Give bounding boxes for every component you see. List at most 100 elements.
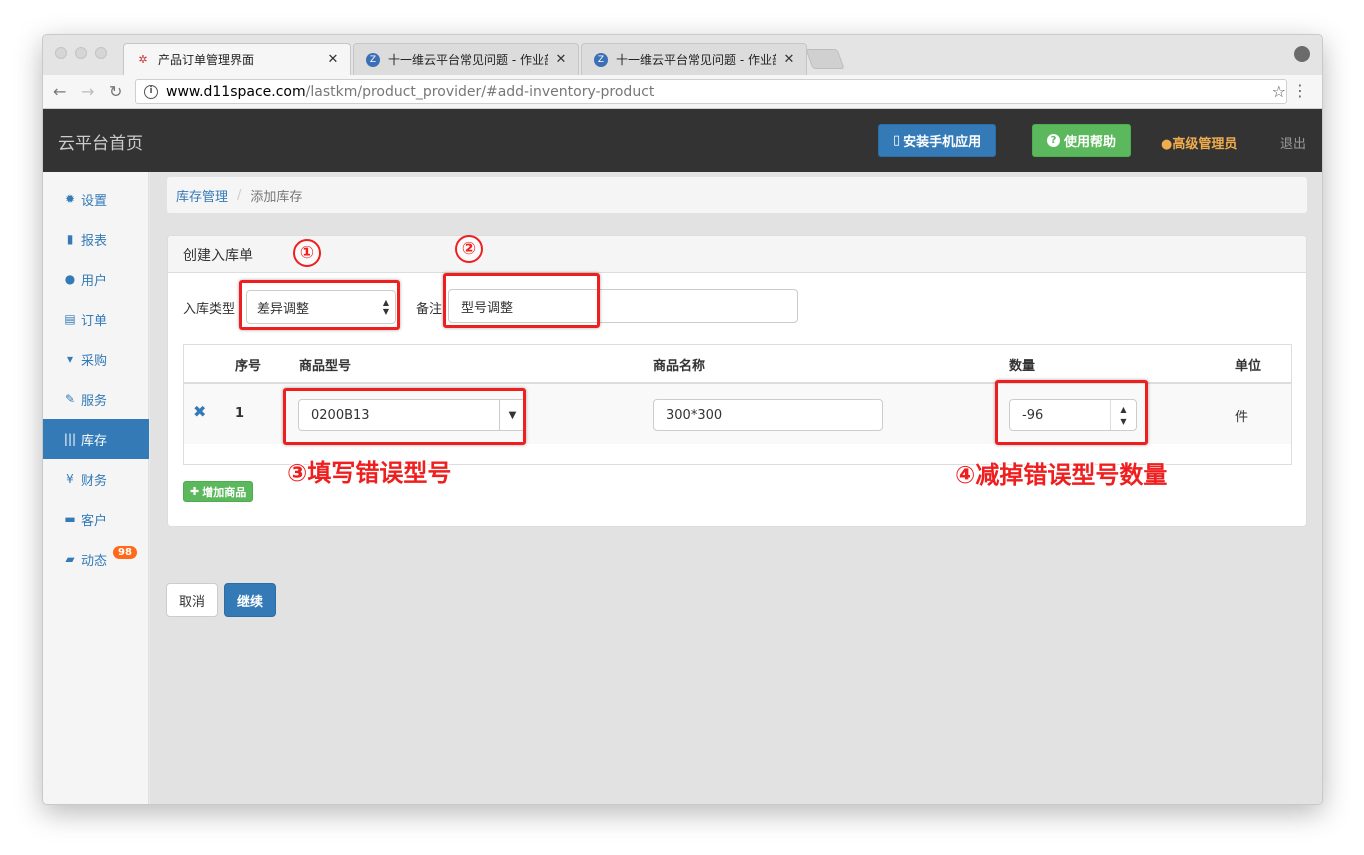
note-input[interactable]: 型号调整	[448, 289, 798, 323]
browser-tab-bar: ✲ 产品订单管理界面 ✕ Z 十一维云平台常见问题 - 作业部落 ✕ Z 十一维…	[43, 35, 1322, 75]
sidebar-item-customers[interactable]: ▬ 客户	[43, 499, 149, 539]
spinner-arrows-icon[interactable]: ▲ ▼	[1110, 400, 1136, 430]
list-icon: ▤	[64, 312, 76, 326]
column-header-index: 序号	[235, 359, 262, 374]
sidebar-item-label: 设置	[81, 193, 108, 209]
panel-title: 创建入库单	[168, 236, 1306, 273]
product-table: 序号 商品型号 商品名称 数量 单位 ✖ 1 0200B13 ▼ 300*300	[183, 344, 1292, 465]
zoom-window-button[interactable]	[95, 47, 107, 59]
sidebar-item-label: 库存	[81, 433, 108, 449]
comment-icon: ▰	[65, 552, 75, 566]
sidebar-item-label: 报表	[81, 233, 108, 249]
browser-tab-1[interactable]: Z 十一维云平台常见问题 - 作业部落 ✕	[353, 43, 579, 75]
yen-icon: ¥	[66, 472, 74, 486]
address-toolbar: ← → ↻ i www.d11space.com/lastkm/product_…	[43, 75, 1322, 109]
sidebar-item-orders[interactable]: ▤ 订单	[43, 299, 149, 339]
breadcrumb-current: 添加库存	[250, 189, 303, 205]
sidebar-item-label: 订单	[81, 313, 108, 329]
install-app-button[interactable]: ▯ 安装手机应用	[878, 124, 997, 157]
browser-tab-2[interactable]: Z 十一维云平台常见问题 - 作业部落 ✕	[581, 43, 807, 75]
notification-badge: 98	[113, 546, 137, 559]
sidebar-item-label: 动态	[81, 553, 108, 569]
app-navbar: 云平台首页 ▯ 安装手机应用 ? 使用帮助 ●高级管理员 退出	[43, 109, 1322, 172]
user-icon: ●	[64, 272, 76, 286]
column-header-name: 商品名称	[653, 359, 706, 374]
sidebar-item-reports[interactable]: ▮ 报表	[43, 219, 149, 259]
cart-icon: ▾	[66, 352, 74, 366]
delete-row-icon[interactable]: ✖	[193, 402, 206, 421]
user-menu[interactable]: ●高级管理员	[1161, 133, 1237, 152]
product-name-input[interactable]: 300*300	[653, 399, 883, 431]
new-tab-button[interactable]	[805, 49, 845, 69]
url-path: /lastkm/product_provider/#add-inventory-…	[305, 83, 655, 100]
logout-link[interactable]: 退出	[1280, 133, 1306, 152]
wrench-icon: ✎	[64, 392, 76, 406]
gear-icon: ✹	[64, 192, 76, 206]
question-circle-icon: ?	[1047, 134, 1060, 147]
user-name: 高级管理员	[1172, 137, 1238, 152]
sidebar-item-users[interactable]: ● 用户	[43, 259, 149, 299]
column-header-unit: 单位	[1235, 359, 1262, 374]
note-label: 备注	[416, 302, 443, 317]
quantity-stepper[interactable]: -96 ▲ ▼	[1009, 399, 1137, 431]
minimize-window-button[interactable]	[75, 47, 87, 59]
tab-title: 产品订单管理界面	[158, 53, 255, 67]
zybuluo-icon: Z	[594, 52, 608, 67]
annotation-text-4: ④减掉错误型号数量	[955, 461, 1168, 489]
table-row: ✖ 1 0200B13 ▼ 300*300 -96 ▲ ▼ 件	[184, 384, 1291, 444]
sidebar-item-activity[interactable]: ▰ 动态 98	[43, 539, 149, 579]
browser-menu-icon[interactable]: ⋮	[1292, 81, 1308, 100]
row-index: 1	[235, 406, 245, 421]
install-app-label: 安装手机应用	[903, 135, 982, 150]
close-window-button[interactable]	[55, 47, 67, 59]
model-combobox[interactable]: 0200B13 ▼	[298, 399, 526, 431]
help-button[interactable]: ? 使用帮助	[1032, 124, 1132, 157]
back-arrow-icon[interactable]: ←	[53, 82, 66, 101]
model-value: 0200B13	[311, 407, 370, 423]
quantity-value: -96	[1022, 407, 1044, 423]
close-tab-icon[interactable]: ✕	[326, 52, 340, 67]
forward-arrow-icon[interactable]: →	[81, 82, 94, 101]
barcode-icon: |||	[63, 432, 77, 446]
profile-icon[interactable]	[1294, 46, 1310, 62]
browser-window: ✲ 产品订单管理界面 ✕ Z 十一维云平台常见问题 - 作业部落 ✕ Z 十一维…	[42, 34, 1323, 805]
tab-title: 十一维云平台常见问题 - 作业部落	[388, 53, 548, 67]
url-host: www.d11space.com	[166, 83, 306, 100]
breadcrumb-link-inventory[interactable]: 库存管理	[176, 186, 228, 205]
user-icon: ●	[1161, 137, 1173, 152]
inbound-type-label: 入库类型	[183, 302, 236, 317]
close-tab-icon[interactable]: ✕	[554, 52, 568, 67]
chevron-down-icon[interactable]: ▼	[499, 400, 525, 430]
sidebar: ✹ 设置 ▮ 报表 ● 用户 ▤ 订单 ▾ 采购 ✎ 服务 ||| 库存 ¥ 财务 ▬ 客户 ▰ 动…	[43, 172, 149, 804]
sidebar-item-purchase[interactable]: ▾ 采购	[43, 339, 149, 379]
bar-chart-icon: ▮	[66, 232, 74, 246]
cancel-button[interactable]: 取消	[166, 583, 219, 617]
reload-icon[interactable]: ↻	[109, 82, 122, 101]
url-bar[interactable]: i www.d11space.com/lastkm/product_provid…	[135, 79, 1287, 104]
breadcrumb-separator: /	[237, 187, 242, 203]
sidebar-item-inventory[interactable]: ||| 库存	[43, 419, 149, 459]
unit-value: 件	[1235, 410, 1249, 425]
zybuluo-icon: Z	[366, 52, 380, 67]
annotation-marker-1: ①	[293, 239, 321, 267]
sidebar-item-label: 用户	[81, 273, 108, 289]
browser-tab-0[interactable]: ✲ 产品订单管理界面 ✕	[123, 43, 351, 75]
info-icon[interactable]: i	[144, 84, 158, 99]
close-tab-icon[interactable]: ✕	[782, 52, 796, 67]
brand-link[interactable]: 云平台首页	[58, 129, 143, 154]
bookmark-star-icon[interactable]: ☆	[1272, 82, 1286, 101]
inbound-type-select[interactable]: 差异调整 ▲ ▼	[246, 290, 396, 324]
continue-button[interactable]: 继续	[224, 583, 277, 617]
product-name-value: 300*300	[666, 407, 723, 423]
add-product-button[interactable]: ✚ 增加商品	[183, 481, 254, 502]
app-logo-icon: ✲	[138, 53, 148, 66]
select-arrows-icon: ▲ ▼	[382, 298, 389, 316]
sidebar-item-finance[interactable]: ¥ 财务	[43, 459, 149, 499]
column-header-qty: 数量	[1009, 359, 1036, 374]
sidebar-item-settings[interactable]: ✹ 设置	[43, 179, 149, 219]
annotation-marker-2: ②	[455, 235, 483, 263]
help-label: 使用帮助	[1064, 135, 1117, 150]
note-value: 型号调整	[461, 300, 514, 316]
inbound-type-value: 差异调整	[257, 301, 310, 317]
sidebar-item-service[interactable]: ✎ 服务	[43, 379, 149, 419]
